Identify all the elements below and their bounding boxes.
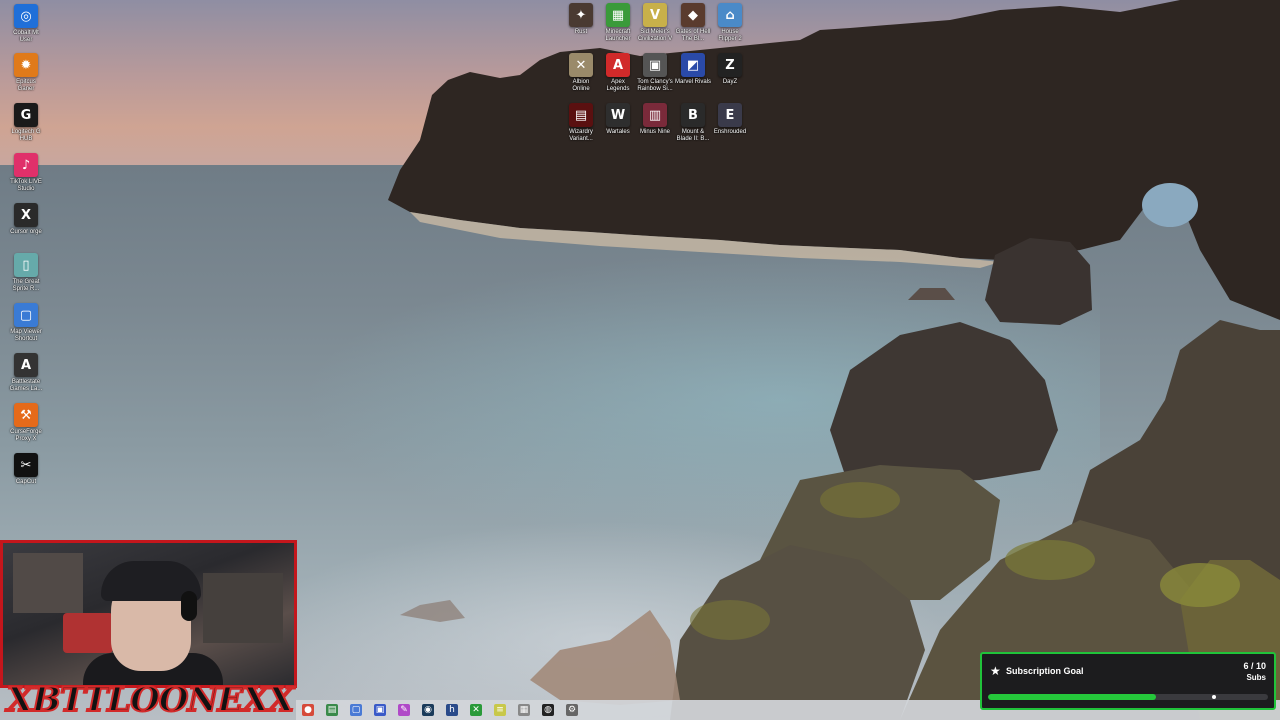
window-icon[interactable]: ▢ <box>350 704 362 716</box>
desktop-shortcut-label: Logitech G HUB <box>11 129 41 142</box>
tiktok-icon: ♪ <box>14 153 38 177</box>
steam-icon[interactable]: ◉ <box>422 704 434 716</box>
desktop-shortcut-label: Enshrouded <box>713 129 747 135</box>
desktop-shortcut[interactable]: ⌂ House Flipper 2 <box>704 3 756 43</box>
window-icon: ▢ <box>14 303 38 327</box>
desktop-shortcut[interactable]: ✹ Epitcus Ganer <box>0 53 52 93</box>
pen-icon[interactable]: ✎ <box>398 704 410 716</box>
webcam-feed <box>0 540 297 688</box>
webcam-background-clutter <box>63 613 113 653</box>
desktop-shortcut-label: Map Viewer Shortcut <box>10 329 42 342</box>
desktop-shortcut[interactable]: E Enshrouded <box>704 103 756 136</box>
desktop-shortcut-label: Battlestate Games La... <box>9 379 43 392</box>
desktop-shortcut[interactable]: ◎ Cobalt Mt User <box>0 4 52 44</box>
letter-v-icon: V <box>643 3 667 27</box>
globe-icon: ◎ <box>14 4 38 28</box>
files-icon[interactable]: ▤ <box>326 704 338 716</box>
apex-icon: A <box>606 53 630 77</box>
teams-icon[interactable]: ▣ <box>374 704 386 716</box>
subscription-goal-unit: Subs <box>1246 673 1266 682</box>
desktop-shortcut[interactable]: G Logitech G HUB <box>0 103 52 143</box>
rust-icon: ✦ <box>569 3 593 27</box>
desktop-shortcut-label: The Great Sprite R... <box>12 279 40 292</box>
desktop-shortcut[interactable]: ▯ The Great Sprite R... <box>0 253 52 293</box>
desktop-shortcut[interactable]: ✂ CapCut <box>0 453 52 486</box>
stack-icon[interactable]: ≡ <box>494 704 506 716</box>
streamer-name-overlay: XBTTLOONEXX <box>6 679 295 720</box>
subscription-goal-progress-fill <box>988 694 1156 700</box>
subscription-goal-count: 6 / 10 <box>1243 661 1266 671</box>
desktop-shortcut[interactable]: Z DayZ <box>704 53 756 86</box>
letter-e-icon: E <box>718 103 742 127</box>
wartales-icon: W <box>606 103 630 127</box>
r6-icon: ▣ <box>643 53 667 77</box>
desktop-shortcut[interactable]: X Cursor orge <box>0 203 52 236</box>
soldier-icon: ◆ <box>681 3 705 27</box>
minus-nine-icon: ▥ <box>643 103 667 127</box>
house-icon: ⌂ <box>718 3 742 27</box>
desktop-shortcut[interactable]: ♪ TikTok LIVE Studio <box>0 153 52 193</box>
webcam-background-cabinet <box>203 573 283 643</box>
letter-a-icon: A <box>14 353 38 377</box>
desktop-shortcut-label: Cobalt Mt User <box>13 30 39 43</box>
game-icon: X <box>14 203 38 227</box>
flame-icon: ✹ <box>14 53 38 77</box>
capcut-icon: ✂ <box>14 453 38 477</box>
marvel-icon: ◩ <box>681 53 705 77</box>
xbox-icon[interactable]: ✕ <box>470 704 482 716</box>
obs-icon[interactable]: ◍ <box>542 704 554 716</box>
frame-icon[interactable]: ▦ <box>518 704 530 716</box>
desktop-shortcut-label: House Flipper 2 <box>718 29 742 42</box>
albion-icon: ✕ <box>569 53 593 77</box>
anvil-icon: ⚒ <box>14 403 38 427</box>
desktop-shortcut-label: CurseForge Proxy X <box>10 429 42 442</box>
desktop-shortcut[interactable]: A Battlestate Games La... <box>0 353 52 393</box>
chrome-icon[interactable]: ● <box>302 704 314 716</box>
desktop-shortcut-label: Epitcus Ganer <box>16 79 36 92</box>
star-icon: ★ <box>990 664 1001 678</box>
settings-icon[interactable]: ⚙ <box>566 704 578 716</box>
creeper-icon: ▦ <box>606 3 630 27</box>
webcam-background-shelf <box>13 553 83 613</box>
desktop-shortcut-label: DayZ <box>722 79 738 85</box>
dayz-icon: Z <box>718 53 742 77</box>
wizardry-icon: ▤ <box>569 103 593 127</box>
desktop-shortcut-label: Cursor orge <box>10 229 42 235</box>
subscription-goal-target-marker <box>1212 695 1216 699</box>
letter-b-icon: B <box>681 103 705 127</box>
subscription-goal-title: Subscription Goal <box>1006 666 1084 676</box>
subscription-goal-widget: ★ Subscription Goal 6 / 10 Subs <box>980 652 1276 710</box>
desktop-shortcut-label: TikTok LIVE Studio <box>10 179 42 192</box>
desktop-shortcut[interactable]: ▢ Map Viewer Shortcut <box>0 303 52 343</box>
desktop-shortcut-label: CapCut <box>15 479 37 485</box>
file-icon: ▯ <box>14 253 38 277</box>
subscription-goal-progress-track <box>988 694 1268 700</box>
hub-icon[interactable]: h <box>446 704 458 716</box>
logitech-g-icon: G <box>14 103 38 127</box>
desktop-shortcut[interactable]: ⚒ CurseForge Proxy X <box>0 403 52 443</box>
headset-icon <box>181 591 197 621</box>
